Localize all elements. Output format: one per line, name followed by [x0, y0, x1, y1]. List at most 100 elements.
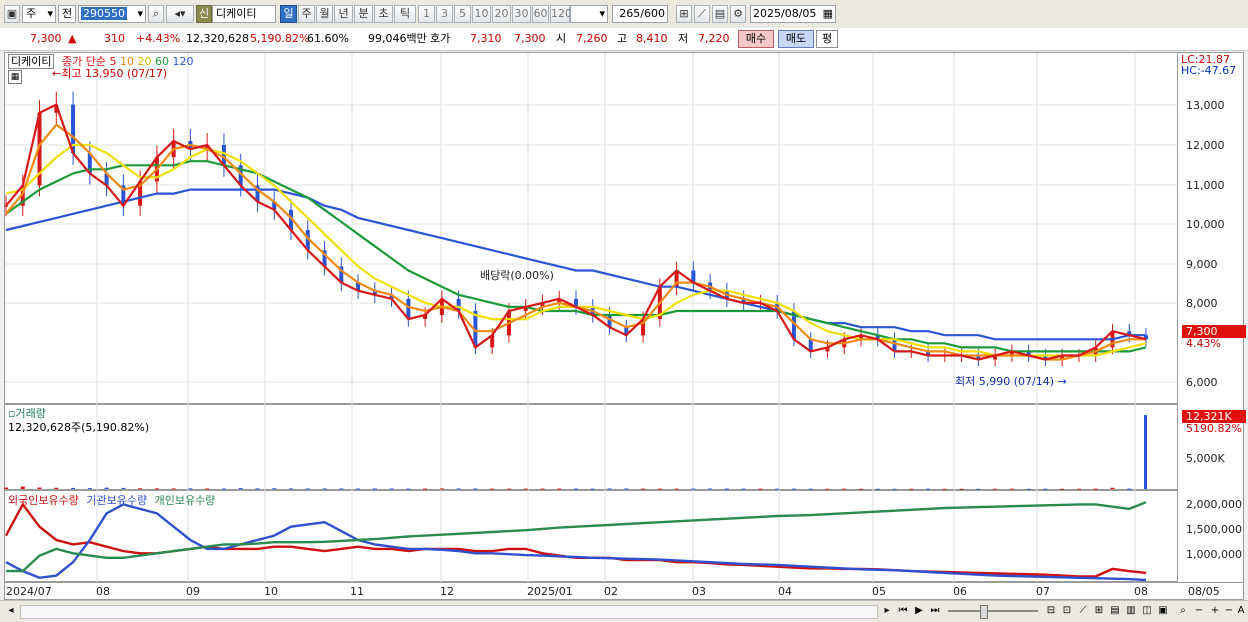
- volume-bar: [406, 488, 411, 490]
- legend-institution: 기관보유수량: [86, 494, 148, 507]
- x-tick: 11: [350, 585, 364, 598]
- volume-bar: [657, 488, 662, 490]
- volume-bar: [641, 488, 646, 490]
- volume-bar: [624, 488, 629, 490]
- first-page-icon[interactable]: ⏮: [896, 604, 910, 618]
- play-icon[interactable]: ▶: [912, 604, 926, 618]
- volume-bar: [691, 488, 696, 490]
- stock-title: 디케이티: [8, 54, 55, 69]
- volume-bar: [557, 488, 562, 490]
- volume-bar: [473, 488, 478, 490]
- holding-legend: 외국인보유수량 기관보유수량 개인보유수량: [8, 492, 215, 508]
- chart-tool-icon[interactable]: ⊞: [1092, 604, 1106, 618]
- volume-bar: [708, 488, 713, 490]
- volume-bar: [439, 488, 444, 490]
- hc-value: HC:-47.67: [1181, 64, 1237, 77]
- volume-current-pct: 5190.82%: [1186, 422, 1242, 435]
- zoom-slider[interactable]: [948, 610, 1038, 612]
- zoom-icon[interactable]: ⌕: [1176, 604, 1190, 618]
- volume-bar: [171, 488, 176, 490]
- holding-line-2: [6, 501, 1147, 573]
- y-tick: 5,000K: [1186, 452, 1225, 465]
- volume-bar: [154, 488, 159, 490]
- volume-bar: [607, 488, 612, 490]
- chart-tool-icon[interactable]: ▥: [1124, 604, 1138, 618]
- volume-bar: [322, 488, 327, 490]
- volume-bar: [54, 487, 59, 489]
- volume-bar: [942, 488, 947, 490]
- volume-bar: [775, 488, 780, 490]
- volume-bar: [1110, 487, 1115, 489]
- volume-bar: [490, 488, 495, 490]
- scroll-left-icon[interactable]: ◂: [4, 604, 18, 618]
- y-tick: 11,000: [1186, 179, 1225, 192]
- zoom-slider-handle[interactable]: [980, 605, 988, 619]
- high-annotation: ←최고 13,950 (07/17): [52, 67, 168, 80]
- holding-line-1: [5, 503, 1147, 582]
- volume-bar: [221, 488, 226, 490]
- chart-tool-icon[interactable]: ◫: [1140, 604, 1154, 618]
- horizontal-scrollbar[interactable]: [20, 605, 878, 619]
- chart-tool-icon[interactable]: ⊡: [1060, 604, 1074, 618]
- volume-bar: [188, 488, 193, 490]
- volume-bar: [875, 488, 880, 490]
- volume-bar: [87, 488, 92, 490]
- zoom-in-icon[interactable]: +: [1208, 604, 1222, 618]
- y-tick: 1,000,000: [1186, 548, 1242, 561]
- scroll-right-icon[interactable]: ▸: [880, 604, 894, 618]
- x-tick: 04: [778, 585, 792, 598]
- volume-bar: [909, 488, 914, 490]
- dividend-annotation: 배당락(0.00%): [480, 269, 554, 282]
- x-tick: 2024/07: [6, 585, 52, 598]
- x-tick: 2025/01: [527, 585, 573, 598]
- zoom-out-icon[interactable]: −: [1192, 604, 1206, 618]
- volume-bar: [456, 488, 461, 490]
- volume-bar: [1060, 488, 1065, 490]
- chart-tool-icon[interactable]: ▣: [1156, 604, 1170, 618]
- volume-info: 12,320,628주(5,190.82%): [8, 421, 150, 434]
- volume-bar: [791, 488, 796, 490]
- y-tick: 12,000: [1186, 139, 1225, 152]
- x-tick: 07: [1036, 585, 1050, 598]
- chart-tool-icon[interactable]: ⊟: [1044, 604, 1058, 618]
- table-icon[interactable]: ▦: [8, 70, 22, 84]
- y-tick: 1,500,000: [1186, 523, 1242, 536]
- volume-bar: [372, 488, 377, 490]
- text-size-icon[interactable]: A: [1234, 604, 1248, 618]
- volume-bar: [1127, 488, 1132, 490]
- volume-bar: [976, 488, 981, 490]
- y-tick: 9,000: [1186, 258, 1218, 271]
- volume-bar: [859, 488, 863, 490]
- ma-period-120: 120: [172, 55, 194, 68]
- last-page-icon[interactable]: ⏭: [928, 604, 942, 618]
- chart-svg: [4, 53, 1177, 582]
- volume-bar: [959, 488, 964, 490]
- chart-tool-icon[interactable]: ▤: [1108, 604, 1122, 618]
- volume-bar: [1076, 488, 1081, 490]
- x-tick: 12: [440, 585, 454, 598]
- low-annotation: 최저 5,990 (07/14) →: [955, 375, 1067, 388]
- volume-bar: [423, 488, 428, 490]
- volume-bar: [238, 488, 243, 490]
- y-tick: 2,000,000: [1186, 498, 1242, 511]
- volume-bar: [741, 488, 746, 490]
- volume-bar: [20, 486, 25, 489]
- chart-tool-icon[interactable]: ⟋: [1076, 604, 1090, 618]
- y-tick: 13,000: [1186, 99, 1225, 112]
- volume-bar: [842, 488, 847, 490]
- volume-bar: [305, 488, 310, 490]
- y-tick: 10,000: [1186, 218, 1225, 231]
- volume-bar: [71, 487, 76, 489]
- x-tick-current: 08/05: [1188, 585, 1220, 598]
- volume-bar: [590, 488, 595, 490]
- volume-bar: [37, 487, 42, 489]
- x-tick: 02: [604, 585, 618, 598]
- volume-bar: [523, 488, 528, 490]
- x-tick: 05: [872, 585, 886, 598]
- current-pct-label: 4.43%: [1186, 337, 1221, 350]
- holding-line-0: [4, 502, 1147, 578]
- volume-bar: [926, 488, 931, 490]
- volume-bar: [674, 488, 679, 490]
- volume-bar: [205, 488, 210, 490]
- ma-line-20: [5, 143, 1147, 357]
